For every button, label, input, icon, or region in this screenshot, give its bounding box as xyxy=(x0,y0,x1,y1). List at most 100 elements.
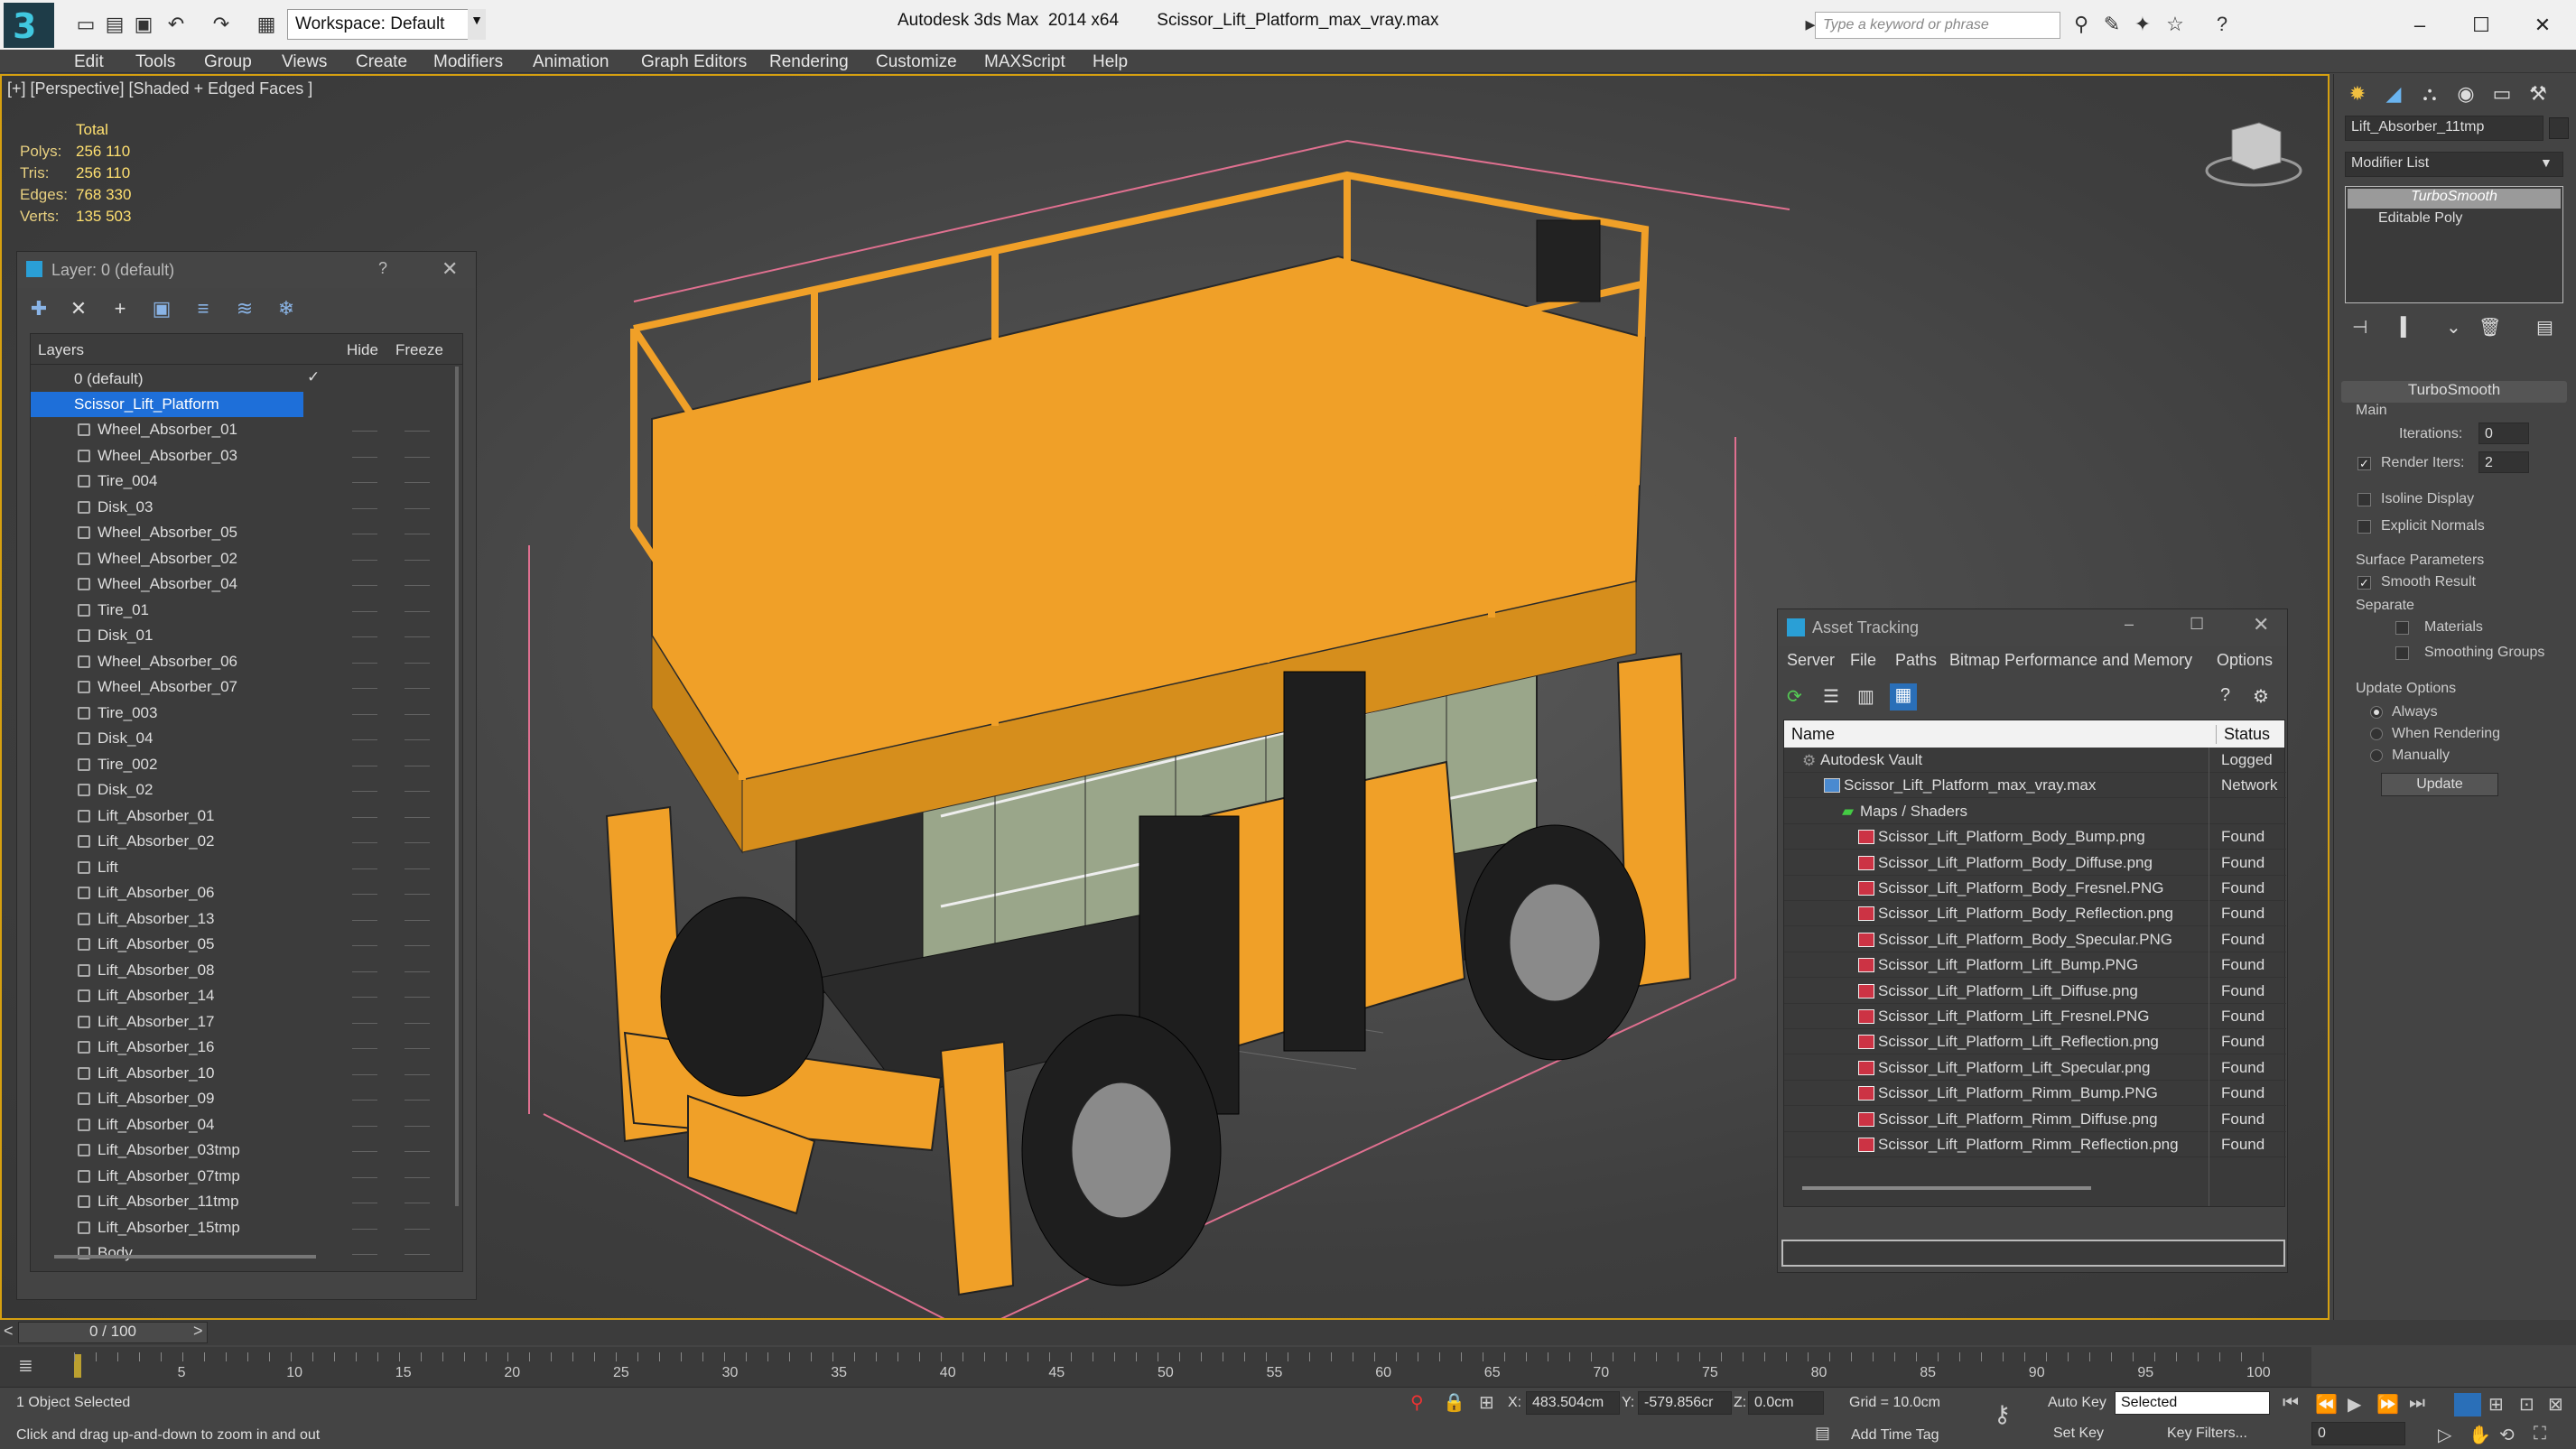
hide-toggle[interactable]: —— xyxy=(352,886,377,900)
close-button[interactable]: ✕ xyxy=(2516,7,2570,43)
hide-toggle[interactable]: —— xyxy=(352,834,377,849)
hide-toggle[interactable]: —— xyxy=(352,423,377,437)
freeze-toggle[interactable]: —— xyxy=(405,783,430,797)
remove-modifier-icon[interactable]: 🗑 xyxy=(2478,316,2501,339)
freeze-toggle[interactable]: —— xyxy=(405,552,430,566)
freeze-toggle[interactable]: —— xyxy=(405,525,430,540)
asset-menu-server[interactable]: Server xyxy=(1787,651,1835,670)
when-rendering-radio[interactable] xyxy=(2370,728,2383,740)
freeze-toggle[interactable]: —— xyxy=(405,474,430,488)
isolate-icon[interactable]: ⚲ xyxy=(1410,1391,1424,1414)
communication-icon[interactable]: ✦ xyxy=(2129,11,2156,38)
redo-icon[interactable]: ↷ xyxy=(208,11,235,38)
menu-animation[interactable]: Animation xyxy=(533,52,609,72)
iterations-spinner[interactable]: 0 xyxy=(2478,423,2529,444)
layer-object-row[interactable]: Lift_Absorber_09 —— —— xyxy=(31,1086,462,1111)
menu-customize[interactable]: Customize xyxy=(876,52,957,72)
modify-tab-icon[interactable]: ◢ xyxy=(2377,78,2410,110)
asset-maximize-button[interactable]: ☐ xyxy=(2190,615,2204,634)
asset-row[interactable]: ⚙ Autodesk Vault Logged xyxy=(1784,748,2286,773)
isoline-checkbox[interactable] xyxy=(2357,493,2371,506)
freeze-toggle[interactable]: —— xyxy=(405,912,430,926)
menu-edit[interactable]: Edit xyxy=(74,52,104,72)
asset-menu-options[interactable]: Options xyxy=(2217,651,2273,670)
layer-object-row[interactable]: Tire_004 —— —— xyxy=(31,469,462,494)
layer-object-row[interactable]: Wheel_Absorber_02 —— —— xyxy=(31,546,462,571)
layer-object-row[interactable]: Tire_002 —— —— xyxy=(31,752,462,777)
asset-row[interactable]: Scissor_Lift_Platform_Rimm_Bump.PNG Found xyxy=(1784,1081,2286,1107)
freeze-toggle[interactable]: —— xyxy=(405,886,430,900)
hide-all-icon[interactable]: ≋ xyxy=(230,297,259,324)
freeze-toggle[interactable]: —— xyxy=(405,937,430,952)
z-coordinate-field[interactable]: 0.0cm xyxy=(1748,1391,1824,1415)
freeze-toggle[interactable]: —— xyxy=(405,731,430,746)
col-status[interactable]: Status xyxy=(2216,725,2270,744)
freeze-toggle[interactable]: —— xyxy=(405,680,430,694)
layer-object-row[interactable]: Disk_03 —— —— xyxy=(31,495,462,520)
asset-row[interactable]: Scissor_Lift_Platform_Lift_Bump.PNG Found xyxy=(1784,952,2286,979)
freeze-toggle[interactable]: —— xyxy=(405,963,430,978)
thumbnail-view-icon[interactable]: ▥ xyxy=(1857,685,1881,709)
hide-toggle[interactable]: —— xyxy=(352,783,377,797)
zoom-icon[interactable] xyxy=(2454,1393,2481,1416)
layer-row-scissor-lift[interactable]: Scissor_Lift_Platform xyxy=(31,392,303,417)
freeze-toggle[interactable]: —— xyxy=(405,834,430,849)
asset-row[interactable]: Scissor_Lift_Platform_max_vray.max Networ… xyxy=(1784,773,2286,799)
motion-tab-icon[interactable]: ◉ xyxy=(2450,78,2482,110)
pin-stack-icon[interactable]: ⊣ xyxy=(2352,316,2367,339)
layer-object-row[interactable]: Wheel_Absorber_01 —— —— xyxy=(31,417,462,442)
key-mode-dropdown[interactable]: Selected xyxy=(2115,1391,2270,1415)
hide-toggle[interactable]: —— xyxy=(352,989,377,1003)
freeze-toggle[interactable]: —— xyxy=(405,500,430,515)
freeze-toggle[interactable]: —— xyxy=(405,1143,430,1157)
freeze-toggle[interactable]: —— xyxy=(405,603,430,618)
asset-row[interactable]: Scissor_Lift_Platform_Lift_Specular.png F… xyxy=(1784,1055,2286,1081)
asset-row[interactable]: Scissor_Lift_Platform_Lift_Fresnel.PNG Fo… xyxy=(1784,1004,2286,1029)
freeze-toggle[interactable]: —— xyxy=(405,1246,430,1260)
freeze-toggle[interactable]: —— xyxy=(405,423,430,437)
asset-row[interactable]: Scissor_Lift_Platform_Body_Diffuse.png Fo… xyxy=(1784,850,2286,876)
asset-settings-icon[interactable]: ⚙ xyxy=(2253,685,2269,708)
freeze-toggle[interactable]: —— xyxy=(405,1091,430,1106)
delete-layer-icon[interactable]: ✕ xyxy=(64,297,93,324)
asset-help-icon[interactable]: ? xyxy=(2220,685,2230,706)
layer-object-row[interactable]: Disk_02 —— —— xyxy=(31,777,462,803)
save-icon[interactable]: ▣ xyxy=(130,11,157,38)
menu-modifiers[interactable]: Modifiers xyxy=(433,52,503,72)
set-key-button[interactable]: Set Key xyxy=(2053,1426,2104,1442)
layer-object-row[interactable]: Lift_Absorber_03tmp —— —— xyxy=(31,1138,462,1163)
horizontal-scrollbar[interactable] xyxy=(54,1255,316,1259)
menu-maxscript[interactable]: MAXScript xyxy=(984,52,1065,72)
layer-object-row[interactable]: Lift_Absorber_10 —— —— xyxy=(31,1061,462,1086)
key-filters-button[interactable]: Key Filters... xyxy=(2167,1426,2247,1442)
freeze-toggle[interactable]: —— xyxy=(405,1015,430,1029)
layer-object-row[interactable]: Lift_Absorber_06 —— —— xyxy=(31,880,462,906)
hierarchy-tab-icon[interactable]: ⛬ xyxy=(2413,78,2446,110)
hide-toggle[interactable]: —— xyxy=(352,525,377,540)
help-icon[interactable]: ? xyxy=(2209,11,2236,38)
layer-object-row[interactable]: Lift_Absorber_04 —— —— xyxy=(31,1112,462,1138)
time-slider[interactable]: 0 / 100 xyxy=(18,1322,208,1343)
freeze-toggle[interactable]: —— xyxy=(405,757,430,772)
previous-frame-icon[interactable]: ⏪ xyxy=(2315,1393,2338,1416)
add-time-tag-button[interactable]: Add Time Tag xyxy=(1851,1427,1939,1444)
asset-row[interactable]: Scissor_Lift_Platform_Body_Reflection.pn… xyxy=(1784,901,2286,927)
asset-row[interactable]: Scissor_Lift_Platform_Rimm_Reflection.pn… xyxy=(1784,1132,2286,1157)
hide-toggle[interactable]: —— xyxy=(352,860,377,875)
absolute-mode-icon[interactable]: ⊞ xyxy=(1479,1391,1494,1414)
asset-menu-bitmap[interactable]: Bitmap Performance and Memory xyxy=(1949,651,2192,670)
freeze-toggle[interactable]: —— xyxy=(405,1221,430,1235)
layer-object-row[interactable]: Lift_Absorber_08 —— —— xyxy=(31,958,462,983)
materials-checkbox[interactable] xyxy=(2395,621,2409,635)
lock-selection-icon[interactable]: 🔒 xyxy=(1443,1391,1465,1414)
always-radio[interactable] xyxy=(2370,706,2383,719)
smooth-result-checkbox[interactable]: ✓ xyxy=(2357,576,2371,590)
freeze-toggle[interactable]: —— xyxy=(405,1194,430,1209)
layer-object-row[interactable]: Wheel_Absorber_03 —— —— xyxy=(31,443,462,469)
hide-toggle[interactable]: —— xyxy=(352,449,377,463)
render-iters-spinner[interactable]: 2 xyxy=(2478,451,2529,473)
current-frame-field[interactable]: 0 xyxy=(2311,1422,2405,1445)
hide-toggle[interactable]: —— xyxy=(352,1221,377,1235)
freeze-toggle[interactable]: —— xyxy=(405,989,430,1003)
y-coordinate-field[interactable]: -579.856cr xyxy=(1638,1391,1732,1415)
